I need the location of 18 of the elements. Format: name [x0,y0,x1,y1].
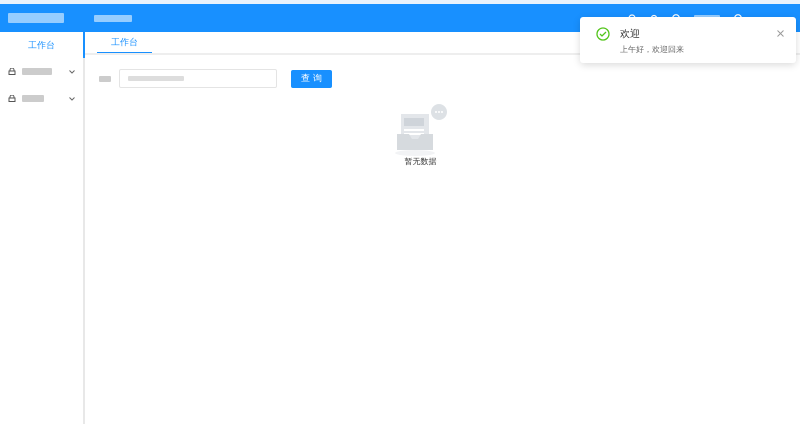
sidebar-item[interactable]: 工作台 [0,32,85,58]
blurred-label [99,76,111,82]
search-button[interactable]: 查 询 [291,70,332,88]
notification-message: 上午好，欢迎回来 [620,44,685,55]
tab[interactable]: 工作台 [97,36,152,53]
lock-icon [8,95,16,102]
blurred-label [22,68,52,75]
lock-icon [8,68,16,75]
close-icon[interactable] [777,30,784,37]
chevron-down-icon [69,96,75,100]
chevron-down-icon [69,70,75,74]
search-field[interactable] [119,69,277,88]
notification-title: 欢迎 [620,28,641,41]
blurred-logo [8,13,64,23]
empty-text: 暂无数据 [404,156,436,167]
check-circle-icon [596,27,610,41]
blurred-label [22,95,44,102]
blurred-title [94,14,132,22]
